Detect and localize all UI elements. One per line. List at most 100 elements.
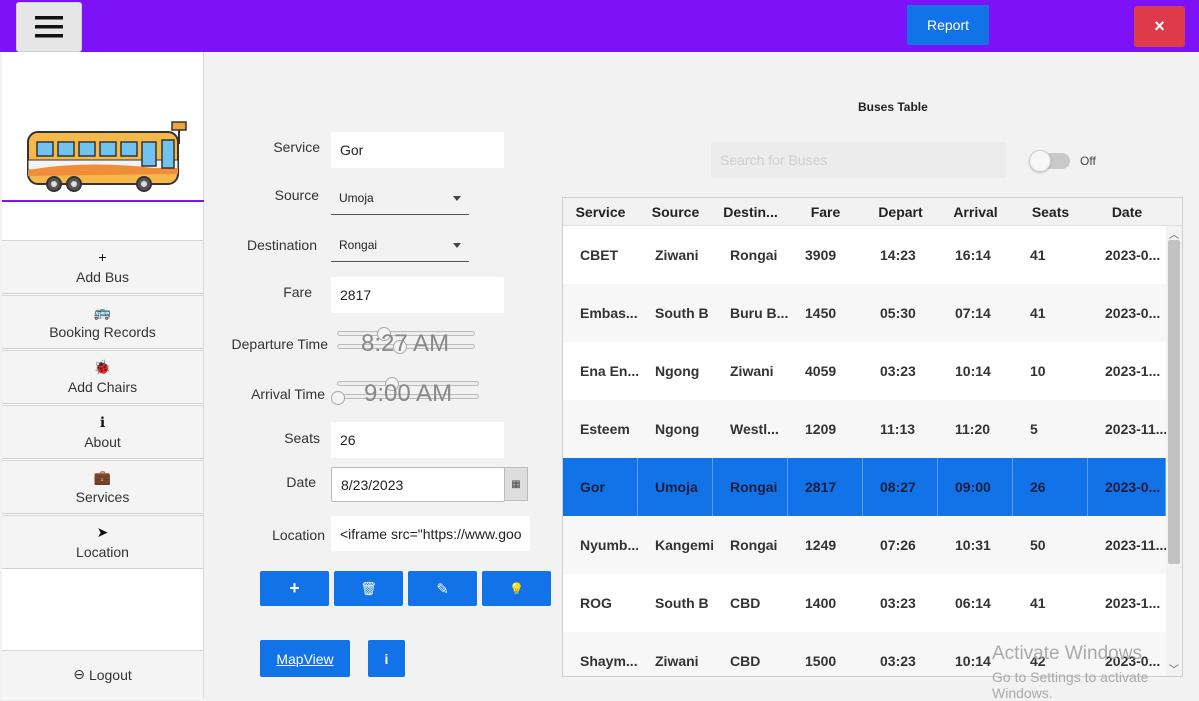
table-row[interactable]: Ena En... Ngong Ziwani 4059 03:23 10:14 10 2023… (563, 342, 1166, 400)
service-input[interactable]: Gor (331, 132, 504, 168)
table-cell: Rongai (730, 537, 778, 553)
sidebar-item-label: Add Chairs (67, 378, 138, 395)
table-cell: Ziwani (730, 363, 774, 379)
arrival-time-picker[interactable]: 9:00 AM (331, 376, 481, 408)
bug-icon: 🐞 (93, 358, 112, 375)
edit-button[interactable]: ✎ (408, 571, 477, 606)
table-cell: 1209 (805, 421, 837, 437)
location-arrow-icon: ➤ (96, 523, 109, 540)
column-header[interactable]: Date (1088, 198, 1166, 226)
hamburger-icon (35, 16, 63, 38)
clear-button[interactable]: 💡 (482, 571, 551, 606)
search-input[interactable]: Search for Buses (711, 142, 1006, 178)
table-cell: Embas... (580, 305, 638, 321)
destination-select[interactable]: Rongai (331, 229, 469, 262)
column-header[interactable]: Seats (1013, 198, 1088, 226)
seats-input[interactable]: 26 (331, 422, 504, 458)
source-select-value: Umoja (339, 191, 374, 205)
column-header[interactable]: Service (563, 198, 638, 226)
table-cell: 41 (1030, 305, 1046, 321)
table-cell: 1450 (805, 305, 837, 321)
sidebar-item-add-bus[interactable]: + Add Bus (2, 240, 203, 294)
table-row[interactable]: Esteem Ngong Westl... 1209 11:13 11:20 5 2023-1… (563, 400, 1166, 458)
departure-time-label: Departure Time (231, 336, 328, 352)
table-cell: Rongai (730, 247, 778, 263)
sidebar: + Add Bus 🚌 Booking Records 🐞 Add Chairs… (2, 52, 204, 699)
minute-slider-knob[interactable] (331, 391, 345, 405)
table-cell: Kangemi (655, 537, 713, 553)
table-cell: Esteem (580, 421, 630, 437)
edit-icon: ✎ (436, 580, 449, 598)
report-button[interactable]: Report (907, 5, 989, 45)
scrollbar-thumb[interactable] (1168, 240, 1180, 564)
table-row[interactable]: Gor Umoja Rongai 2817 08:27 09:00 26 2023-0... (563, 458, 1166, 516)
column-header[interactable]: Depart (863, 198, 938, 226)
table-cell: 10:14 (955, 363, 991, 379)
table-row[interactable]: Nyumb... Kangemi Rongai 1249 07:26 10:31 50 202… (563, 516, 1166, 574)
plus-icon: + (98, 248, 107, 265)
departure-time-value: 8:27 AM (361, 330, 450, 357)
sidebar-item-label: Location (76, 543, 129, 560)
table-cell: Umoja (638, 458, 713, 516)
table-cell: 16:14 (955, 247, 991, 263)
fare-input[interactable]: 2817 (331, 277, 504, 313)
sidebar-item-services[interactable]: 💼 Services (2, 460, 203, 514)
table-cell: 07:26 (880, 537, 916, 553)
chevron-down-icon (453, 196, 461, 201)
add-button[interactable]: + (260, 571, 329, 606)
chevron-up-icon[interactable]: ︿ (1169, 226, 1179, 241)
table-cell: 11:20 (955, 421, 991, 437)
table-cell: Buru B... (730, 305, 788, 321)
trash-icon: 🗑 (360, 580, 377, 596)
table-row[interactable]: CBET Ziwani Rongai 3909 14:23 16:14 41 2023-0..… (563, 226, 1166, 284)
column-header[interactable]: Fare (788, 198, 863, 226)
sidebar-item-add-chairs[interactable]: 🐞 Add Chairs (2, 350, 203, 404)
toggle-knob (1029, 150, 1051, 172)
toggle-label: Off (1080, 154, 1096, 168)
location-input[interactable]: <iframe src="https://www.goo (331, 516, 530, 551)
source-label: Source (274, 187, 319, 203)
mapview-button[interactable]: MapView (260, 640, 350, 677)
info-circle-icon: ℹ (99, 413, 106, 430)
menu-toggle-button[interactable] (16, 2, 82, 52)
table-row[interactable]: Embas... South B Buru B... 1450 05:30 07:14 41… (563, 284, 1166, 342)
source-select[interactable]: Umoja (331, 182, 469, 215)
table-cell: South B (655, 595, 709, 611)
location-label: Location (272, 527, 325, 543)
close-button[interactable]: × (1134, 6, 1185, 47)
logout-icon: ⊖ (73, 666, 85, 682)
sidebar-item-booking-records[interactable]: 🚌 Booking Records (2, 295, 203, 349)
table-cell: 14:23 (880, 247, 916, 263)
vertical-scrollbar[interactable]: ︿ ﹀ (1166, 226, 1182, 676)
table-cell: 5 (1030, 421, 1038, 437)
column-header[interactable]: Source (638, 198, 713, 226)
table-cell: 1249 (805, 537, 837, 553)
table-cell: Ena En... (580, 363, 638, 379)
table-cell: CBD (730, 653, 761, 669)
info-button[interactable]: i (368, 640, 405, 677)
logout-button[interactable]: ⊖ Logout (2, 650, 203, 698)
table-header: Service Source Destin... Fare Depart Arr… (563, 198, 1182, 226)
table-cell: 05:30 (880, 305, 916, 321)
logo-area (2, 52, 204, 202)
table-cell: 2023-11... (1105, 537, 1166, 553)
sidebar-item-location[interactable]: ➤ Location (2, 515, 203, 569)
sidebar-item-about[interactable]: ℹ About (2, 405, 203, 459)
table-cell: 2023-0... (1088, 458, 1166, 516)
sidebar-menu: + Add Bus 🚌 Booking Records 🐞 Add Chairs… (2, 240, 204, 570)
table-row[interactable]: ROG South B CBD 1400 03:23 06:14 41 2023-1... (563, 574, 1166, 632)
delete-button[interactable]: 🗑 (334, 571, 403, 606)
table-cell: CBET (580, 247, 619, 263)
column-header[interactable]: Arrival (938, 198, 1013, 226)
table-body: CBET Ziwani Rongai 3909 14:23 16:14 41 2023-0..… (563, 226, 1166, 676)
watermark-subtitle: Go to Settings to activate Windows. (992, 669, 1149, 701)
filter-toggle[interactable] (1029, 150, 1070, 172)
column-header[interactable]: Destin... (713, 198, 788, 226)
date-input[interactable]: 8/23/2023 (331, 467, 505, 502)
table-cell: Nyumb... (580, 537, 638, 553)
departure-time-picker[interactable]: 8:27 AM (335, 326, 480, 358)
table-cell: 3909 (805, 247, 837, 263)
calendar-button[interactable]: ▦ (504, 467, 528, 501)
bus-logo-icon (27, 121, 187, 192)
table-cell: Ngong (655, 363, 700, 379)
